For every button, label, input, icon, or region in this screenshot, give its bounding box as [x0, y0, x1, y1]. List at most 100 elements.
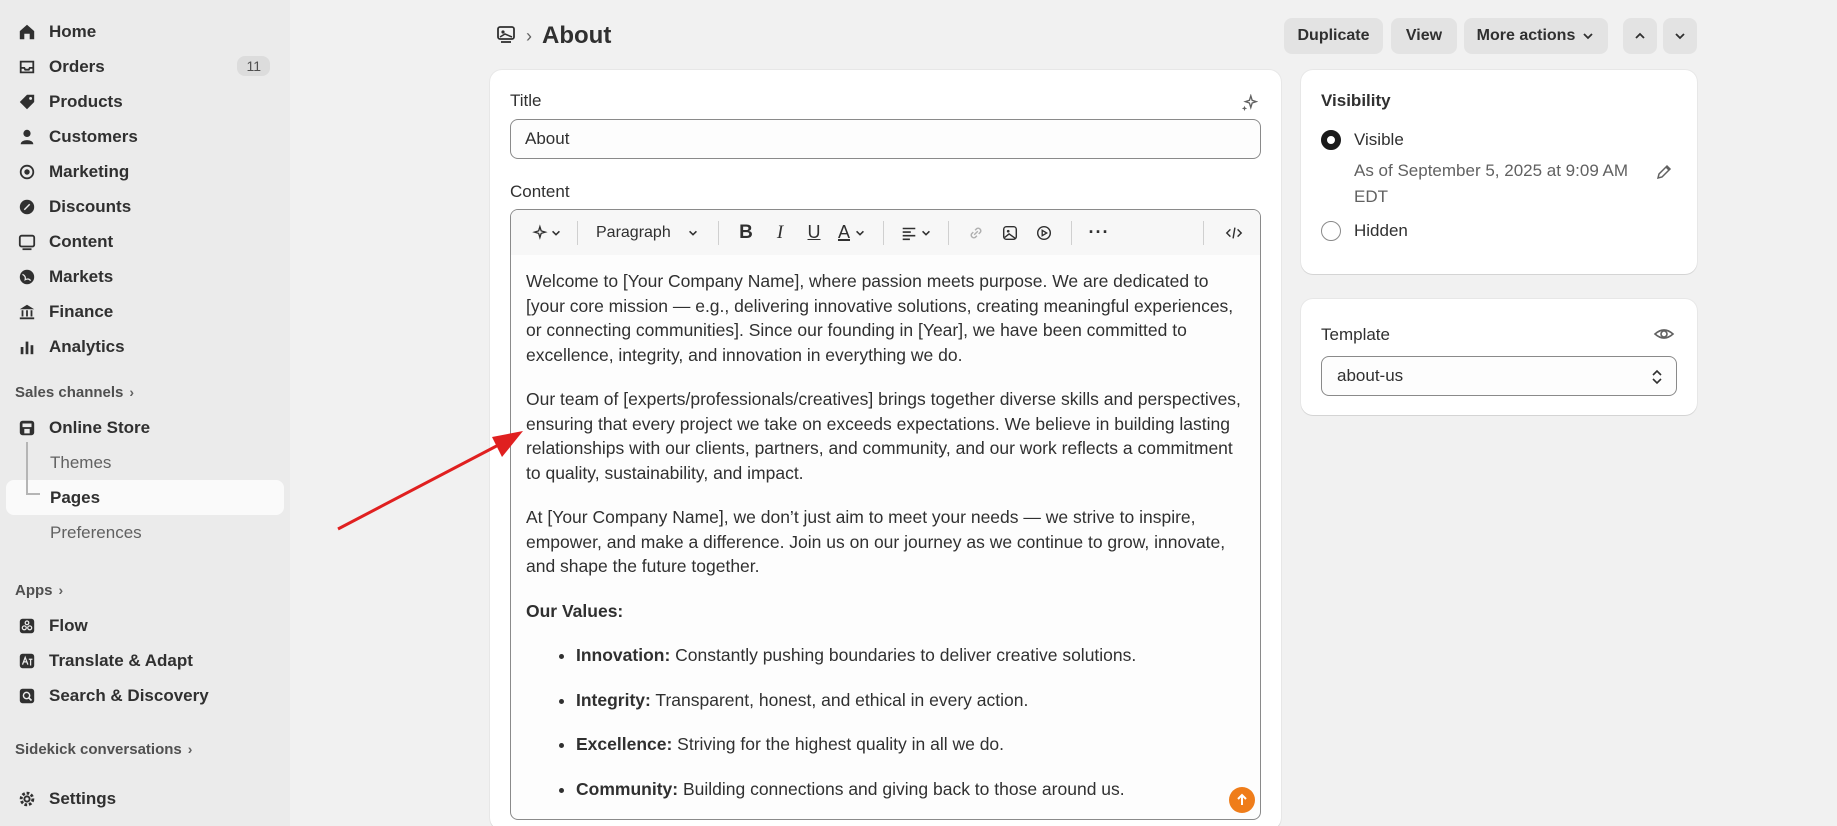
previous-page-button[interactable] — [1623, 18, 1657, 54]
translate-icon — [17, 651, 37, 671]
duplicate-button[interactable]: Duplicate — [1284, 18, 1383, 54]
sidebar-item-label: Online Store — [49, 417, 151, 437]
home-icon — [17, 22, 37, 42]
list-item: Innovation: Constantly pushing boundarie… — [576, 643, 1246, 668]
sidebar-subitem-themes[interactable]: Themes — [0, 445, 290, 480]
pencil-icon[interactable] — [1654, 162, 1674, 182]
sidebar-item-content[interactable]: Content — [0, 224, 290, 259]
visibility-timezone: EDT — [1354, 187, 1388, 206]
paragraph: At [Your Company Name], we don’t just ai… — [526, 507, 1226, 576]
visibility-date: As of September 5, 2025 at 9:09 AM — [1354, 161, 1629, 180]
title-input[interactable]: About — [510, 119, 1261, 159]
sidebar-item-search-discovery[interactable]: Search & Discovery — [0, 678, 290, 713]
list-item: Integrity: Transparent, honest, and ethi… — [576, 688, 1246, 713]
sidebar-item-label: Home — [49, 21, 97, 41]
flow-icon — [17, 616, 37, 636]
sidebar-item-marketing[interactable]: Marketing — [0, 154, 290, 189]
sidebar-item-markets[interactable]: Markets — [0, 259, 290, 294]
visible-radio[interactable] — [1321, 130, 1341, 150]
sidebar-subitem-preferences[interactable]: Preferences — [0, 515, 290, 550]
sidebar-subitem-pages[interactable]: Pages — [6, 480, 284, 515]
arrow-up-icon — [1235, 793, 1249, 807]
orders-count-badge: 11 — [237, 56, 270, 76]
scroll-to-top-button[interactable] — [1229, 787, 1255, 813]
sidebar-item-discounts[interactable]: Discounts — [0, 189, 290, 224]
content-label: Content — [510, 182, 570, 201]
sidebar-item-label: Marketing — [49, 161, 130, 181]
text-color-icon: A — [837, 222, 850, 242]
sidebar-item-orders[interactable]: Orders 11 — [0, 49, 290, 84]
text-color-button[interactable]: A — [831, 218, 873, 248]
ai-generate-button[interactable] — [525, 218, 567, 248]
italic-icon[interactable]: I — [763, 218, 797, 248]
sidebar-item-label: Flow — [49, 615, 88, 635]
content-icon — [17, 232, 37, 252]
page-title: About — [542, 22, 612, 49]
template-card: Template about-us — [1301, 299, 1697, 415]
chevron-down-icon — [1581, 29, 1595, 43]
sidebar-item-label: Analytics — [49, 336, 125, 356]
sidebar-item-online-store[interactable]: Online Store — [0, 410, 290, 445]
sidebar-item-label: Translate & Adapt — [49, 650, 193, 670]
toolbar-divider — [883, 220, 884, 245]
apps-heading[interactable]: Apps › — [0, 576, 290, 604]
sidebar-item-home[interactable]: Home — [0, 14, 290, 49]
html-code-icon[interactable] — [1214, 218, 1254, 248]
align-button[interactable] — [894, 218, 938, 248]
tree-connector — [26, 442, 28, 494]
more-actions-button[interactable]: More actions — [1464, 18, 1608, 54]
sidebar-item-flow[interactable]: Flow — [0, 608, 290, 643]
eye-icon[interactable] — [1653, 323, 1675, 345]
sidebar-item-products[interactable]: Products — [0, 84, 290, 119]
bar-chart-icon — [17, 337, 37, 357]
more-options-icon[interactable]: ··· — [1082, 218, 1116, 248]
sidebar-item-label: Orders — [49, 56, 105, 76]
toolbar-divider — [1071, 220, 1072, 245]
next-page-button[interactable] — [1663, 18, 1697, 54]
list-item: Excellence: Striving for the highest qua… — [576, 732, 1246, 757]
sales-channels-heading[interactable]: Sales channels › — [0, 378, 290, 406]
image-icon[interactable] — [993, 218, 1027, 248]
values-list: Innovation: Constantly pushing boundarie… — [526, 643, 1246, 801]
sidebar-item-label: Discounts — [49, 196, 132, 216]
hidden-label: Hidden — [1354, 221, 1408, 240]
editor-content[interactable]: Welcome to [Your Company Name], where pa… — [511, 255, 1260, 801]
title-label: Title — [510, 91, 542, 110]
hidden-radio[interactable] — [1321, 221, 1341, 241]
page-header: › About — [496, 18, 611, 54]
chevron-down-icon — [1673, 29, 1687, 43]
underline-icon[interactable]: U — [797, 218, 831, 248]
video-icon[interactable] — [1027, 218, 1061, 248]
visible-label: Visible — [1354, 130, 1404, 149]
sidebar-item-customers[interactable]: Customers — [0, 119, 290, 154]
view-button[interactable]: View — [1391, 18, 1457, 54]
paragraph-format-select[interactable]: Paragraph — [588, 218, 708, 248]
sidebar-item-finance[interactable]: Finance — [0, 294, 290, 329]
sidebar-item-settings[interactable]: Settings — [0, 781, 290, 816]
bank-icon — [17, 302, 37, 322]
sidebar-item-analytics[interactable]: Analytics — [0, 329, 290, 364]
tree-connector — [26, 493, 40, 495]
sidebar: Home Orders 11 Products Customers Market… — [0, 0, 290, 826]
content-icon[interactable] — [496, 24, 516, 49]
chevron-up-icon — [1633, 29, 1647, 43]
bold-icon[interactable]: B — [729, 218, 763, 248]
template-select[interactable]: about-us — [1321, 356, 1677, 396]
rich-text-editor[interactable]: Paragraph B I U A ··· Welcome to [Your C… — [510, 209, 1261, 820]
chevron-right-icon: › — [58, 582, 64, 598]
person-icon — [17, 127, 37, 147]
breadcrumb-separator: › — [526, 25, 532, 46]
store-icon — [17, 418, 37, 438]
toolbar-divider — [948, 220, 949, 245]
toolbar-divider — [718, 220, 719, 245]
chevron-down-icon — [687, 227, 699, 239]
sidebar-item-translate-adapt[interactable]: Translate & Adapt — [0, 643, 290, 678]
globe-icon — [17, 267, 37, 287]
link-icon[interactable] — [959, 218, 993, 248]
select-arrows-icon — [1650, 367, 1664, 387]
sidebar-item-label: Products — [49, 91, 123, 111]
sparkle-icon — [530, 223, 548, 242]
search-discovery-icon — [17, 686, 37, 706]
sidekick-conversations-heading[interactable]: Sidekick conversations › — [0, 735, 290, 763]
ai-sparkle-icon[interactable] — [1240, 94, 1258, 112]
